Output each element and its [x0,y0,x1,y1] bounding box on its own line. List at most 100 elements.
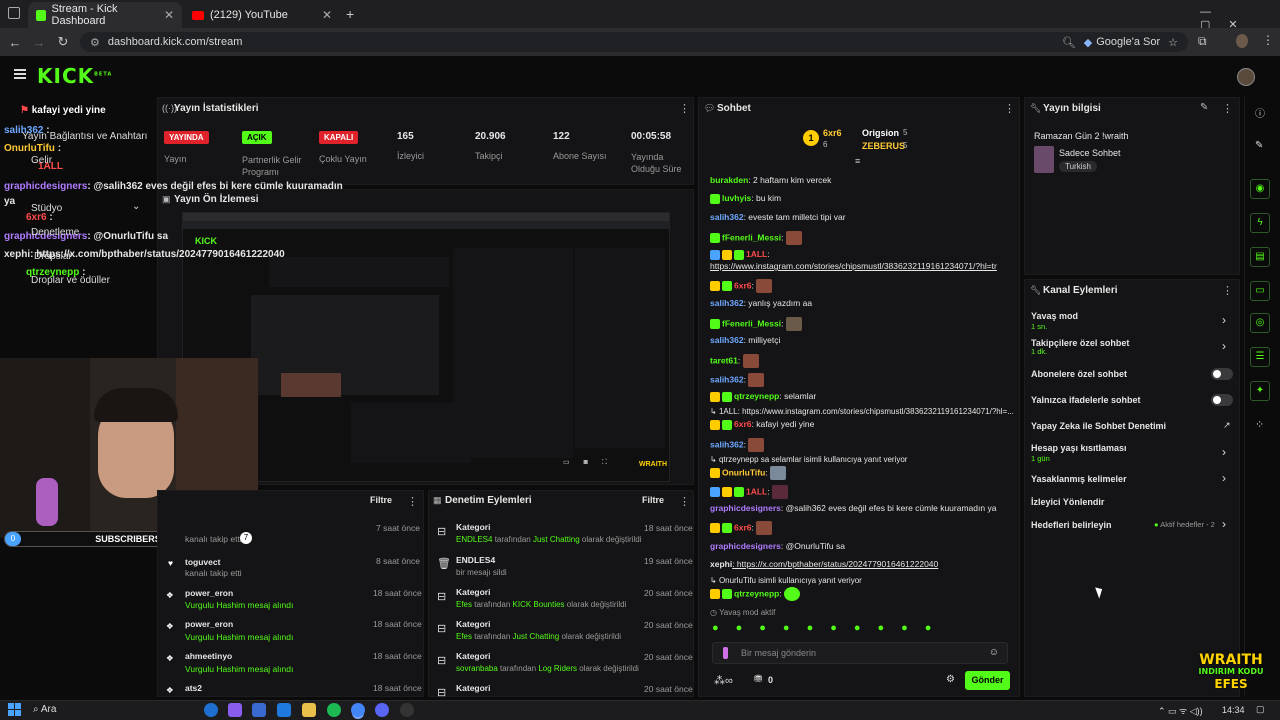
followers-only-value: 1 dk. [1031,347,1048,356]
apps-icon[interactable]: ⁘ [1255,418,1264,431]
wrench-icon[interactable]: ✦ [1250,381,1270,401]
spotify-icon[interactable] [327,703,341,717]
emote-only-toggle[interactable] [1211,394,1233,406]
chevron-right-icon[interactable]: › [1222,313,1226,327]
chevron-down-icon[interactable]: ⌄ [132,201,140,212]
document-icon[interactable]: ▤ [1250,247,1270,267]
overlay-chat-line: OnurluTifu : [4,143,62,154]
emote-bar[interactable]: ●●●●●●●●●● [712,622,948,634]
chevron-right-icon[interactable]: › [1222,471,1226,485]
activity-filter[interactable]: Filtre [370,495,392,505]
chevron-right-icon[interactable]: › [1222,445,1226,459]
infinity-icon[interactable]: ⁂∞ [714,674,733,687]
bookmark-star-icon[interactable]: ☆ [1168,36,1178,49]
raid-label[interactable]: İzleyici Yönlendir [1031,497,1104,507]
subscribers-only-toggle[interactable] [1211,368,1233,380]
more-icon[interactable]: ⋮ [407,495,418,508]
notification-icon[interactable]: ▢ [1256,704,1265,715]
discord-icon[interactable] [375,703,389,717]
mod-detail: ENDLES4 tarafından Just Chatting olarak … [456,535,642,544]
more-icon[interactable]: ⋮ [1222,284,1233,297]
stream-category: Sadece Sohbet [1059,148,1121,158]
edge-icon[interactable] [204,703,218,717]
sidebar-item-studio[interactable]: Stüdyo [31,203,62,214]
heart-icon: ♥ [168,558,174,568]
more-icon[interactable]: ⋮ [679,102,690,115]
profile-avatar[interactable] [1236,34,1248,48]
taskbar-search[interactable]: ⌕ Ara [33,704,56,715]
camera-icon[interactable]: ◉ [1250,179,1270,199]
forward-icon[interactable]: → [27,35,51,50]
moderation-filter[interactable]: Filtre [642,495,664,505]
reload-icon[interactable]: ↻ [51,34,75,50]
emoji-icon[interactable]: ☺ [989,647,999,658]
sidebar-item-revenue[interactable]: Gelir [31,155,52,166]
chrome-icon[interactable] [351,703,365,717]
lightning-icon[interactable]: ϟ [1250,213,1270,233]
google-ask-button[interactable]: ◆ Google'a Sor [1084,36,1160,49]
language-tag[interactable]: Turkish [1059,161,1097,172]
layers-icon[interactable]: ☰ [1250,347,1270,367]
obs-icon[interactable] [400,703,414,717]
slow-mode-label[interactable]: Yavaş mod [1031,311,1078,321]
moderation-title: Denetim Eylemleri [445,495,532,506]
address-bar[interactable]: ⚙ dashboard.kick.com/stream 🔍︎ ◆ Google'a… [80,32,1188,52]
back-icon[interactable]: ← [3,35,27,50]
send-button[interactable]: Gönder [965,671,1010,690]
more-icon[interactable]: ⋮ [1222,102,1233,115]
copilot-icon[interactable] [228,703,242,717]
mod-time: 20 saat önce [644,620,693,630]
account-age-label[interactable]: Hesap yaşı kısıtlaması [1031,443,1127,453]
chevron-right-icon[interactable]: › [1222,339,1226,353]
more-icon[interactable]: ⋮ [679,495,690,508]
kick-header [0,56,1280,96]
goals-label[interactable]: Hedefleri belirleyin [1031,520,1112,530]
browser-menu-icon[interactable]: ⋮ [1262,33,1274,47]
broadcast-icon[interactable]: ◎ [1250,313,1270,333]
goals-status: ● Aktif hedefler - 2 [1154,520,1215,529]
tray-icons[interactable]: ⌃ ▭ ᯤ ◁)) [1158,704,1203,717]
chat-input[interactable]: Bir mesaj gönderin ☺ [712,642,1008,664]
tab-search-icon[interactable] [8,7,20,19]
site-info-icon[interactable]: ⚙ [90,36,100,49]
chat-message: salih362: yanlış yazdım aa [710,298,813,308]
points-icon[interactable]: ⛃ [754,674,762,685]
chat-link[interactable]: https://www.instagram.com/stories/chipsm… [710,261,997,271]
info-icon[interactable]: ⓘ [1255,105,1265,120]
edit-icon[interactable]: ✎ [1200,102,1208,113]
gift-icon: ❖ [166,653,174,663]
activity-time: 18 saat önce [373,588,422,598]
new-tab-icon[interactable]: + [346,6,354,22]
settings-gear-icon[interactable]: ⚙ [946,674,955,685]
leader-name: 6xr6 [823,128,842,138]
sidebar-item-drops-rewards[interactable]: Droplar ve ödüller [31,275,110,286]
windows-start-icon[interactable] [8,703,21,716]
kick-logo[interactable]: KICKBETA [37,64,112,88]
more-icon[interactable]: ⋮ [1004,102,1015,115]
file-explorer-icon[interactable] [302,703,316,717]
edit-icon[interactable]: ✎ [1255,140,1263,151]
user-avatar[interactable] [1237,68,1255,86]
collapse-icon[interactable]: ≡ [855,156,860,166]
banned-words-label[interactable]: Yasaklanmış kelimeler [1031,474,1127,484]
overlay-chat-line: graphicdesigners: @OnurluTifu sa [4,231,169,242]
close-icon[interactable]: ✕ [322,8,332,22]
store-icon[interactable] [252,703,266,717]
tab-youtube[interactable]: (2129) YouTube ✕ [184,2,340,28]
category-icon: ⊟ [437,687,447,699]
extensions-icon[interactable]: ⧉ [1198,34,1207,49]
zoom-icon[interactable]: 🔍︎ [1062,36,1076,49]
hamburger-menu-icon[interactable] [14,69,26,79]
sidebar-item-moderation[interactable]: Denetleme [31,227,79,238]
outlook-icon[interactable] [277,703,291,717]
ai-moderation-label[interactable]: Yapay Zeka ile Sohbet Denetimi [1031,421,1166,431]
wrench-icon: 🔧︎ [1030,103,1042,113]
sidebar-item-drops[interactable]: Dropslar [34,251,72,262]
chat-bubble-icon[interactable]: ▭ [1250,281,1270,301]
sidebar-item-stream-key[interactable]: Yayın Bağlantısı ve Anahtarı [22,131,147,142]
tab-kick-dashboard[interactable]: Stream - Kick Dashboard ✕ [28,2,182,28]
chevron-right-icon[interactable]: › [1222,517,1226,531]
overlay-chat-line: ⚑ kafayi yedi yine [20,105,106,116]
external-link-icon[interactable]: ↗ [1223,420,1231,431]
close-icon[interactable]: ✕ [164,8,174,22]
